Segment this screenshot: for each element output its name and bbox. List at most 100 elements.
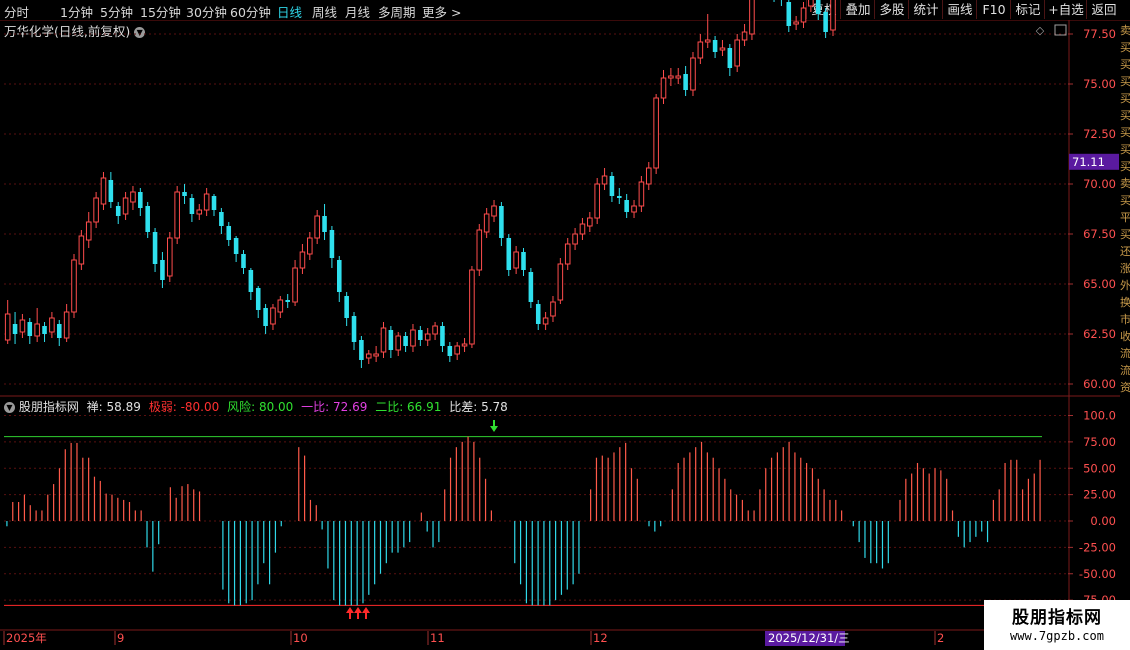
candle-body [528,272,534,302]
candle-body [115,206,121,216]
candle-body [373,353,379,357]
period-toolbar: 分时 1分钟 5分钟 15分钟 30分钟 60分钟 日线 周线 月线 多周期 更… [0,0,1130,21]
mark-button[interactable]: 标记 [1010,0,1045,19]
candle-body [196,209,203,215]
chevron-down-icon[interactable]: ▼ [4,402,15,413]
period-more[interactable]: 更多 > [422,2,461,21]
candle-body [521,252,526,270]
candle-body [344,296,349,318]
candle-body [719,47,726,51]
indicator-tick-label: 0.00 [1090,514,1116,528]
candle-body [697,41,704,59]
chevron-down-icon[interactable]: ▼ [134,27,146,38]
candle-body [440,326,445,346]
candle-body [564,243,571,265]
candle-body [683,74,688,90]
candle-body [572,233,578,245]
indicator-tick-label: 25.00 [1083,488,1116,502]
buy-arrow-icon [354,607,362,619]
candle-body [49,317,55,333]
candle-body [277,299,284,313]
date-cursor-badge [765,631,845,646]
multi-stock-button[interactable]: 多股 [874,0,909,19]
price-tick-label: 77.50 [1083,27,1116,41]
candle-body [233,238,239,254]
candle-body [609,176,615,196]
period-15min[interactable]: 15分钟 [140,2,181,21]
back-button[interactable]: 返回 [1086,0,1121,19]
price-tick-label: 65.00 [1083,277,1116,291]
right-strip-text: 卖买买买买买买买买卖买平买还涨外换市收流流资 [1120,24,1130,394]
date-label: 2025年 [6,631,47,645]
price-tick-label: 60.00 [1083,377,1116,391]
candle-body [85,221,92,241]
indicator-name: 股朋指标网 [18,400,79,414]
period-1min[interactable]: 1分钟 [60,2,93,21]
candle-body [4,313,11,341]
stats-button[interactable]: 统计 [908,0,943,19]
candle-body [211,196,217,210]
candle-body [122,197,129,215]
candle-body [491,205,497,217]
candle-body [638,181,645,207]
sell-arrow-icon [490,420,498,432]
legend-fengxian: 风险: 80.00 [227,400,294,414]
candle-body [299,251,306,269]
candle-body [704,39,711,43]
candle-body [93,197,99,223]
candle-body [241,254,246,268]
candle-body [108,180,114,202]
candle-body [285,300,290,302]
candle-body [160,260,165,280]
candle-body [506,238,512,270]
candle-body [741,31,748,41]
logo-line1: 股朋指标网 [1012,608,1102,628]
candle-body [336,260,342,292]
f10-button[interactable]: F10 [976,0,1011,19]
candle-body [203,193,210,211]
candle-body [182,192,187,196]
overlay-button[interactable]: 叠加 [840,0,875,19]
candle-body [255,288,261,310]
period-monthly[interactable]: 月线 [345,2,370,21]
candle-body [71,259,77,313]
right-info-strip: 卖买买买买买买买买卖买平买还涨外换市收流流资 [1120,22,1130,440]
period-30min[interactable]: 30分钟 [186,2,227,21]
candle-body [432,325,438,335]
period-fenshi[interactable]: 分时 [4,2,29,21]
period-60min[interactable]: 60分钟 [230,2,271,21]
candle-body [542,317,549,325]
candle-body [454,345,460,355]
candle-body [27,322,33,336]
candle-body [424,333,431,341]
candle-body [152,232,158,264]
candle-body [292,267,298,303]
candle-body [513,251,519,269]
candle-body [322,216,327,232]
candle-body [469,269,475,345]
legend-jiruo: 极弱: -80.00 [148,400,220,414]
period-weekly[interactable]: 周线 [312,2,337,21]
period-multi[interactable]: 多周期 [378,2,416,21]
candle-body [329,230,335,258]
fuquan-button[interactable]: 复权 [806,0,841,19]
date-cursor-label: 2025/12/31/三 [768,631,850,645]
candle-body [631,205,637,213]
legend-yibi: 一比: 72.69 [301,400,368,414]
draw-button[interactable]: 画线 [942,0,977,19]
candle-body [418,330,423,340]
candle-body [359,340,364,360]
candle-body [270,307,276,325]
candle-body [624,200,629,212]
candle-body [587,217,593,227]
legend-bicha: 比差: 5.78 [449,400,508,414]
indicator-tick-label: 50.00 [1083,461,1116,475]
candle-body [727,48,733,68]
add-watchlist-button[interactable]: +自选 [1044,0,1087,19]
kline-chart: 90.0087.5085.0082.5080.0077.5075.0072.50… [0,0,1120,650]
buy-arrow-icon [362,607,370,619]
candle-body [189,198,195,214]
candle-body [56,324,62,338]
period-5min[interactable]: 5分钟 [100,2,133,21]
period-daily[interactable]: 日线 [277,2,302,21]
